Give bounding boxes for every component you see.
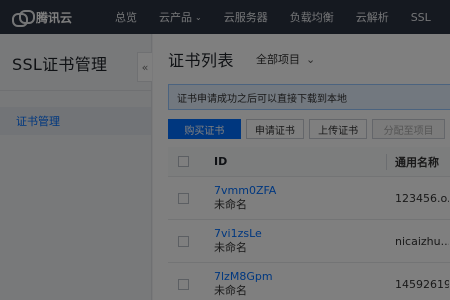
chevron-down-icon: ⌄: [195, 12, 202, 22]
cert-id-link[interactable]: 7lzM8Gpm: [214, 270, 386, 284]
sidebar-item-label: 证书管理: [16, 115, 60, 128]
buy-cert-button[interactable]: 购买证书: [168, 119, 241, 139]
page-title: 证书列表: [168, 51, 235, 70]
cloud-logo-icon: [12, 10, 35, 27]
chevron-down-icon: ⌄: [306, 52, 316, 66]
page-header: 证书列表 全部项目 ⌄: [153, 34, 450, 84]
table-row: 7vmm0ZFA 未命名 123456.o...: [168, 177, 450, 220]
chevron-left-icon: «: [141, 60, 149, 74]
cert-id-link[interactable]: 7vi1zsLe: [214, 227, 386, 241]
nav-label: 云产品: [159, 11, 192, 24]
column-header-name: 通用名称: [395, 155, 439, 169]
cert-table: ID 通用名称 7vmm0ZFA 未命名 123456.o... 7vi1zsL…: [168, 147, 450, 300]
cert-alias: 未命名: [214, 241, 247, 254]
select-all-checkbox[interactable]: [178, 156, 189, 167]
cert-common-name: nicaizhu...: [395, 234, 449, 248]
nav-item-products[interactable]: 云产品 ⌄: [148, 9, 213, 25]
table-row: 7lzM8Gpm 未命名 14592619...: [168, 263, 450, 300]
upload-cert-button[interactable]: 上传证书: [309, 119, 368, 139]
table-row: 7vi1zsLe 未命名 nicaizhu...: [168, 220, 450, 263]
apply-cert-button[interactable]: 申请证书: [245, 119, 304, 139]
nav-item-overview[interactable]: 总览: [104, 9, 148, 25]
sidebar: SSL证书管理 证书管理: [0, 34, 152, 300]
notice-text: 证书申请成功之后可以直接下载到本地: [177, 93, 347, 105]
column-header-id: ID: [214, 155, 228, 168]
assign-project-button[interactable]: 分配至项目: [372, 119, 445, 139]
top-navigation-bar: 腾讯云 总览 云产品 ⌄ 云服务器 负载均衡 云解析 SSL: [0, 0, 450, 34]
cert-id-link[interactable]: 7vmm0ZFA: [214, 184, 386, 198]
cert-alias: 未命名: [214, 284, 247, 297]
main-content: 证书列表 全部项目 ⌄ 证书申请成功之后可以直接下载到本地 购买证书 申请证书 …: [153, 34, 450, 300]
table-header: ID 通用名称: [168, 147, 450, 177]
toolbar: 购买证书 申请证书 上传证书 分配至项目: [168, 119, 450, 139]
project-select-value: 全部项目: [256, 53, 301, 66]
sidebar-divider: [0, 90, 151, 91]
nav-item-cvm[interactable]: 云服务器: [213, 9, 279, 25]
nav-label: 云服务器: [223, 11, 268, 24]
row-checkbox[interactable]: [178, 278, 189, 290]
info-notice: 证书申请成功之后可以直接下载到本地: [168, 84, 450, 110]
row-checkbox[interactable]: [178, 192, 189, 204]
row-checkbox[interactable]: [178, 235, 189, 247]
cert-alias: 未命名: [214, 198, 247, 211]
nav-label: SSL: [410, 10, 431, 24]
top-nav: 总览 云产品 ⌄ 云服务器 负载均衡 云解析 SSL: [104, 0, 442, 34]
nav-item-dns[interactable]: 云解析: [345, 9, 400, 25]
brand-name: 腾讯云: [36, 10, 73, 25]
nav-item-clb[interactable]: 负载均衡: [279, 9, 345, 25]
nav-label: 负载均衡: [289, 11, 334, 24]
cert-common-name: 14592619...: [395, 277, 449, 291]
sidebar-title: SSL证书管理: [12, 55, 108, 74]
nav-label: 总览: [115, 11, 137, 24]
nav-label: 云解析: [355, 11, 389, 24]
collapse-sidebar-button[interactable]: «: [137, 52, 152, 82]
cert-common-name: 123456.o...: [395, 191, 449, 205]
nav-item-ssl[interactable]: SSL: [400, 11, 442, 24]
sidebar-item-cert-management[interactable]: 证书管理: [0, 107, 151, 135]
project-select[interactable]: 全部项目 ⌄: [256, 51, 315, 67]
brand-logo[interactable]: 腾讯云: [0, 9, 104, 27]
